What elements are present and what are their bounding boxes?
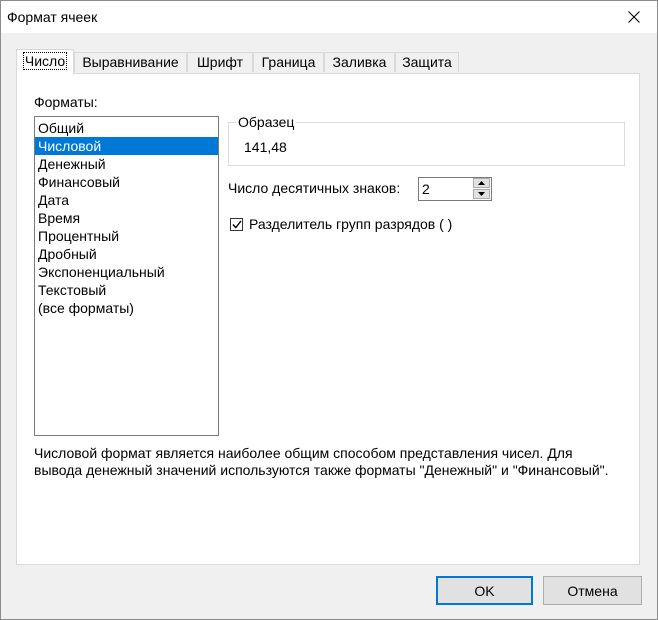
sample-legend: Образец <box>236 114 297 130</box>
list-item[interactable]: (все форматы) <box>35 299 218 317</box>
formats-label: Форматы: <box>34 94 98 110</box>
thousands-separator-checkbox[interactable]: Разделитель групп разрядов ( ) <box>230 216 452 232</box>
tab-font-label: Шрифт <box>196 54 244 70</box>
list-item[interactable]: Экспоненциальный <box>35 263 218 281</box>
title-bar: Формат ячеек <box>1 1 657 33</box>
tab-alignment[interactable]: Выравнивание <box>74 52 187 72</box>
tab-protection-label: Защита <box>402 54 452 70</box>
close-icon <box>628 11 640 23</box>
triangle-down-icon <box>478 192 485 196</box>
dialog-title: Формат ячеек <box>7 9 98 25</box>
list-item[interactable]: Текстовый <box>35 281 218 299</box>
tab-border-label: Граница <box>261 54 316 70</box>
checkbox-box[interactable] <box>230 217 243 231</box>
list-item[interactable]: Числовой <box>35 137 218 155</box>
list-item[interactable]: Дробный <box>35 245 218 263</box>
checkmark-icon <box>231 220 242 229</box>
list-item[interactable]: Время <box>35 209 218 227</box>
tab-font[interactable]: Шрифт <box>187 52 253 72</box>
spin-up-button[interactable] <box>473 178 490 188</box>
tab-fill-label: Заливка <box>332 54 387 70</box>
tab-number-label: Число <box>22 52 68 70</box>
spin-down-button[interactable] <box>473 189 490 199</box>
close-button[interactable] <box>611 1 657 33</box>
sample-groupbox: Образец 141,48 <box>228 114 625 166</box>
tab-protection[interactable]: Защита <box>395 52 459 72</box>
decimals-spinner <box>418 177 492 201</box>
cancel-button[interactable]: Отмена <box>543 576 642 605</box>
formats-listbox[interactable]: Общий Числовой Денежный Финансовый Дата … <box>34 116 219 436</box>
tab-border[interactable]: Граница <box>253 52 324 72</box>
ok-button[interactable]: OK <box>436 576 533 605</box>
tab-fill[interactable]: Заливка <box>324 52 395 72</box>
decimals-input[interactable] <box>419 178 469 200</box>
list-item[interactable]: Финансовый <box>35 173 218 191</box>
triangle-up-icon <box>478 181 485 185</box>
format-description: Числовой формат является наиболее общим … <box>34 445 609 478</box>
sample-value: 141,48 <box>244 139 287 155</box>
decimals-label: Число десятичных знаков: <box>228 180 401 196</box>
list-item[interactable]: Денежный <box>35 155 218 173</box>
tab-alignment-label: Выравнивание <box>82 54 179 70</box>
list-item[interactable]: Процентный <box>35 227 218 245</box>
tab-number[interactable]: Число <box>16 49 74 74</box>
list-item[interactable]: Дата <box>35 191 218 209</box>
format-cells-dialog: Формат ячеек Число Выравнивание Шрифт Гр… <box>0 0 658 620</box>
list-item[interactable]: Общий <box>35 119 218 137</box>
thousands-separator-label: Разделитель групп разрядов ( ) <box>249 216 453 232</box>
number-tab-panel: Форматы: Общий Числовой Денежный Финансо… <box>16 73 640 565</box>
